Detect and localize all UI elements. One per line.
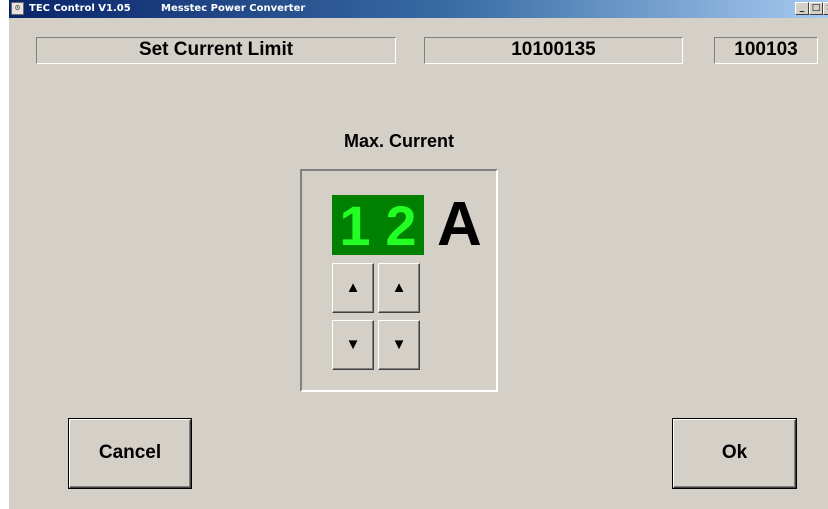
tens-up-button[interactable]: ▲ [332,263,374,313]
ones-down-button[interactable]: ▼ [378,320,420,370]
page-title: Set Current Limit [36,37,396,64]
max-current-label: Max. Current [343,131,455,151]
tens-digit-display: 1 [332,195,378,257]
device-code-field: 100103 [714,37,818,64]
ones-digit-display: 2 [378,195,424,257]
cancel-button[interactable]: Cancel [69,419,191,488]
close-button[interactable]: × [823,2,828,15]
app-window: ⚙ TEC Control V1.05 Messtec Power Conver… [9,0,828,509]
app-icon[interactable]: ⚙ [11,2,24,15]
unit-label: A [437,190,482,259]
arrow-down-icon: ▼ [345,336,361,353]
title-bar[interactable]: ⚙ TEC Control V1.05 Messtec Power Conver… [9,0,828,18]
arrow-up-icon: ▲ [345,279,361,296]
ok-button[interactable]: Ok [673,419,796,488]
arrow-up-icon: ▲ [391,279,407,296]
tens-down-button[interactable]: ▼ [332,320,374,370]
maximize-button[interactable]: □ [809,2,823,15]
window-title: TEC Control V1.05 [29,3,131,14]
serial-number-field: 10100135 [424,37,683,64]
minimize-button[interactable]: _ [795,2,809,15]
ones-up-button[interactable]: ▲ [378,263,420,313]
window-subtitle: Messtec Power Converter [161,3,306,14]
arrow-down-icon: ▼ [391,336,407,353]
